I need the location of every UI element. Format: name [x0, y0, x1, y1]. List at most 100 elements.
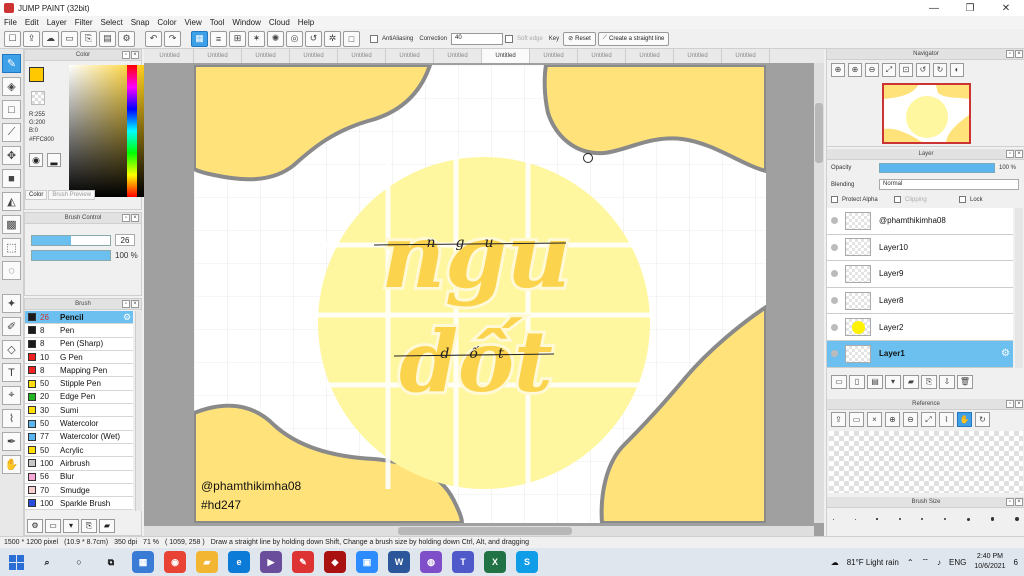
clipping-checkbox[interactable]: [894, 196, 901, 203]
layer-visibility-icon[interactable]: [831, 243, 838, 251]
move-tool-icon[interactable]: ✥: [2, 146, 21, 165]
select-tool-icon[interactable]: ⬚: [2, 238, 21, 257]
close-button[interactable]: ✕: [988, 0, 1024, 16]
layer-row[interactable]: Layer2: [827, 314, 1013, 341]
minimize-button[interactable]: —: [916, 0, 952, 16]
snap-square-icon[interactable]: □: [343, 30, 360, 47]
word-icon[interactable]: W: [388, 551, 410, 573]
fit-window-icon[interactable]: ⤢: [882, 63, 896, 77]
document-tab[interactable]: Untitled: [434, 49, 482, 63]
layer-row[interactable]: @phamthikimha08: [827, 208, 1013, 235]
document-tab[interactable]: Untitled: [530, 49, 578, 63]
foreground-color-swatch[interactable]: [29, 67, 44, 82]
tray-chevron-icon[interactable]: ⌃: [907, 558, 914, 567]
edge-icon[interactable]: e: [228, 551, 250, 573]
hand-tool-icon[interactable]: ✋: [2, 455, 21, 474]
teams-icon[interactable]: T: [452, 551, 474, 573]
new-canvas-icon[interactable]: ☐: [4, 30, 21, 47]
menu-window[interactable]: Window: [228, 18, 264, 27]
reference-rotate-icon[interactable]: ↻: [975, 412, 990, 427]
document-tab[interactable]: Untitled: [338, 49, 386, 63]
dropper-tool-icon[interactable]: ⌇: [2, 409, 21, 428]
document-tab[interactable]: Untitled: [386, 49, 434, 63]
layer-row[interactable]: Layer9: [827, 261, 1013, 288]
eraser-tool-icon[interactable]: ◈: [2, 77, 21, 96]
pen-edit-tool-icon[interactable]: ✒: [2, 432, 21, 451]
panel-close-icon[interactable]: ×: [1015, 498, 1023, 506]
reference-dropper-icon[interactable]: ⌇: [939, 412, 954, 427]
panel-float-icon[interactable]: ▫: [1006, 498, 1014, 506]
reference-open-icon[interactable]: ⇪: [831, 412, 846, 427]
reset-button[interactable]: ⊘ Reset: [563, 31, 596, 46]
document-tab[interactable]: Untitled: [146, 49, 194, 63]
snap-radial-icon[interactable]: ✺: [267, 30, 284, 47]
eyedropper-icon[interactable]: ▂: [47, 153, 61, 167]
task-view-icon[interactable]: ⧉: [100, 551, 122, 573]
bucket-tool-icon[interactable]: ◭: [2, 192, 21, 211]
document-tab[interactable]: Untitled: [722, 49, 770, 63]
merge-layer-icon[interactable]: ⇩: [939, 375, 955, 389]
dot-tool-icon[interactable]: ⟋: [2, 123, 21, 142]
brush-list-scrollbar[interactable]: [135, 311, 142, 511]
rotate-right-icon[interactable]: ↻: [933, 63, 947, 77]
brush-size-preset[interactable]: [1015, 517, 1019, 521]
artboard[interactable]: ngu dốt ngu dốt @phamthikimha08 #hd247: [194, 65, 766, 523]
brush-copy-icon[interactable]: ⎘: [81, 519, 97, 533]
excel-icon[interactable]: X: [484, 551, 506, 573]
lasso-tool-icon[interactable]: ◌: [2, 261, 21, 280]
straight-line-button[interactable]: ⟋ Create a straight line: [597, 31, 670, 46]
brush-item[interactable]: 50 Watercolor: [25, 417, 133, 431]
brush-size-preset[interactable]: [921, 518, 924, 520]
menu-color[interactable]: Color: [153, 18, 180, 27]
layer-menu-icon[interactable]: ▾: [885, 375, 901, 389]
layer-visibility-icon[interactable]: [831, 350, 838, 358]
brush-item[interactable]: 20 Edge Pen: [25, 390, 133, 405]
panel-float-icon[interactable]: ▫: [1006, 50, 1014, 58]
menu-snap[interactable]: Snap: [127, 18, 154, 27]
snap-circle-icon[interactable]: ◎: [286, 30, 303, 47]
navigator-preview[interactable]: [882, 83, 971, 144]
flip-icon[interactable]: ◐: [950, 63, 964, 77]
layer-folder-icon[interactable]: ▰: [903, 375, 919, 389]
brush-item[interactable]: 26 Pencil ⚙: [25, 311, 133, 325]
layer-visibility-icon[interactable]: [831, 297, 838, 305]
layer-list-scrollbar[interactable]: [1015, 208, 1023, 368]
brush-item[interactable]: 50 Stipple Pen: [25, 377, 133, 391]
cortana-icon[interactable]: ○: [68, 551, 90, 573]
new-1bit-layer-icon[interactable]: ▯: [849, 375, 865, 389]
brush-size-preset[interactable]: [990, 517, 995, 521]
settings-icon[interactable]: ⚙: [118, 30, 135, 47]
export-icon[interactable]: ⎘: [80, 30, 97, 47]
panel-float-icon[interactable]: ▫: [1006, 150, 1014, 158]
canvas-vertical-scrollbar[interactable]: [814, 63, 824, 523]
menu-view[interactable]: View: [181, 18, 206, 27]
gear-icon[interactable]: ⚙: [123, 312, 133, 323]
layer-row[interactable]: Layer8: [827, 287, 1013, 315]
menu-edit[interactable]: Edit: [21, 18, 43, 27]
layer-visibility-icon[interactable]: [831, 323, 838, 331]
reference-hand-icon[interactable]: ✋: [957, 412, 972, 427]
layer-visibility-icon[interactable]: [831, 217, 838, 225]
maximize-button[interactable]: ❐: [952, 0, 988, 16]
reference-zoom-in-icon[interactable]: ⊕: [885, 412, 900, 427]
brush-item[interactable]: 56 Blur: [25, 470, 133, 484]
panel-float-icon[interactable]: ▫: [1006, 400, 1014, 408]
divide-tool-icon[interactable]: ⌖: [2, 386, 21, 405]
snap-cross-icon[interactable]: ⊞: [229, 30, 246, 47]
search-icon[interactable]: ⌕: [36, 551, 58, 573]
brush-item[interactable]: 8 Mapping Pen: [25, 364, 133, 378]
brush-item[interactable]: 100 Airbrush: [25, 457, 133, 471]
brush-opacity-slider[interactable]: [31, 250, 111, 261]
brush-item[interactable]: 8 Pen (Sharp): [25, 337, 133, 351]
save-icon[interactable]: ▭: [61, 30, 78, 47]
correction-input[interactable]: 40: [451, 32, 504, 45]
rotate-left-icon[interactable]: ↺: [916, 63, 930, 77]
reference-image-icon[interactable]: ▭: [849, 412, 864, 427]
menu-cloud[interactable]: Cloud: [265, 18, 294, 27]
blending-select[interactable]: Normal: [879, 179, 1019, 190]
volume-icon[interactable]: ♪: [937, 558, 941, 567]
panel-close-icon[interactable]: ×: [131, 214, 139, 222]
rectangle-tool-icon[interactable]: □: [2, 100, 21, 119]
skype-icon[interactable]: S: [516, 551, 538, 573]
weather-text[interactable]: 81°F Light rain: [847, 558, 899, 567]
